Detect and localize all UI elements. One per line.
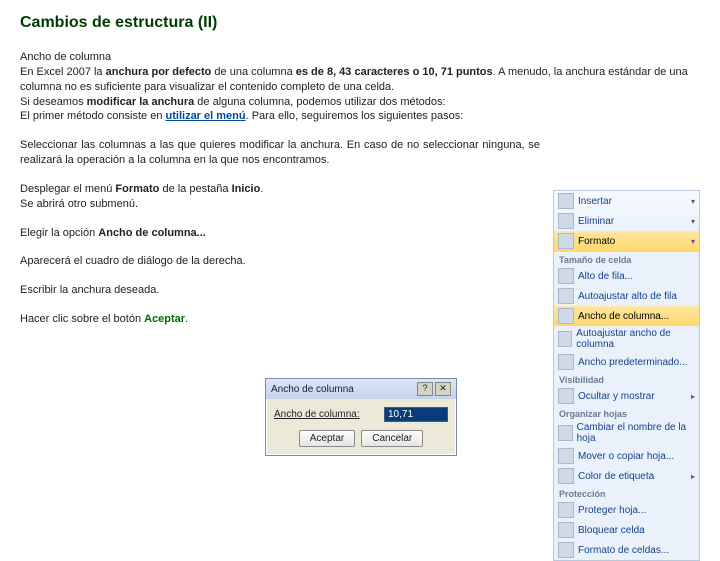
menu-item[interactable]: Formato de celdas...	[554, 540, 699, 560]
excel-format-menu: Insertar▾Eliminar▾Formato▾ Tamaño de cel…	[553, 190, 700, 561]
menu-item-icon	[558, 193, 574, 209]
menu-item-icon	[558, 522, 574, 538]
menu-item-icon	[558, 331, 572, 347]
column-width-input[interactable]: 10,71	[384, 407, 448, 422]
paragraph-intro: Ancho de columna En Excel 2007 la anchur…	[20, 50, 700, 124]
column-width-dialog: Ancho de columna ? ✕ Ancho de columna: 1…	[265, 378, 457, 456]
dialog-close-button[interactable]: ✕	[435, 382, 451, 396]
menu-item[interactable]: Eliminar▾	[554, 211, 699, 231]
page-title: Cambios de estructura (II)	[20, 14, 700, 32]
menu-item[interactable]: Proteger hoja...	[554, 500, 699, 520]
menu-group-visibility: Visibilidad	[554, 372, 699, 386]
menu-item[interactable]: Ocultar y mostrar▸	[554, 386, 699, 406]
ok-button[interactable]: Aceptar	[299, 430, 355, 447]
chevron-icon: ▾	[691, 217, 695, 226]
menu-group-protection: Protección	[554, 486, 699, 500]
paragraph-select: Seleccionar las columnas a las que quier…	[20, 138, 700, 168]
menu-group-size: Tamaño de celda	[554, 252, 699, 266]
menu-item[interactable]: Autoajustar ancho de columna	[554, 326, 699, 352]
chevron-icon: ▸	[691, 472, 695, 481]
dialog-title: Ancho de columna	[271, 384, 354, 395]
menu-item-icon	[558, 354, 574, 370]
chevron-icon: ▾	[691, 197, 695, 206]
cancel-button[interactable]: Cancelar	[361, 430, 423, 447]
menu-item-icon	[558, 233, 574, 249]
menu-item-icon	[558, 213, 574, 229]
menu-item[interactable]: Insertar▾	[554, 191, 699, 211]
menu-item-icon	[558, 448, 574, 464]
menu-item-icon	[558, 268, 574, 284]
link-use-menu[interactable]: utilizar el menú	[166, 110, 246, 122]
menu-item[interactable]: Ancho de columna...	[554, 306, 699, 326]
menu-item[interactable]: Autoajustar alto de fila	[554, 286, 699, 306]
menu-item[interactable]: Color de etiqueta▸	[554, 466, 699, 486]
menu-item-icon	[558, 542, 574, 558]
menu-item[interactable]: Bloquear celda	[554, 520, 699, 540]
menu-group-sheets: Organizar hojas	[554, 406, 699, 420]
dialog-help-button[interactable]: ?	[417, 382, 433, 396]
dialog-label: Ancho de columna:	[274, 409, 384, 420]
menu-item[interactable]: Formato▾	[554, 231, 699, 251]
menu-item[interactable]: Alto de fila...	[554, 266, 699, 286]
menu-item-icon	[558, 502, 574, 518]
menu-item-icon	[558, 388, 574, 404]
chevron-icon: ▾	[691, 237, 695, 246]
chevron-icon: ▸	[691, 392, 695, 401]
menu-item[interactable]: Ancho predeterminado...	[554, 352, 699, 372]
menu-item[interactable]: Cambiar el nombre de la hoja	[554, 420, 699, 446]
menu-item-icon	[558, 425, 573, 441]
menu-item[interactable]: Mover o copiar hoja...	[554, 446, 699, 466]
menu-item-icon	[558, 288, 574, 304]
intro-heading: Ancho de columna	[20, 51, 111, 63]
menu-item-icon	[558, 308, 574, 324]
menu-item-icon	[558, 468, 574, 484]
